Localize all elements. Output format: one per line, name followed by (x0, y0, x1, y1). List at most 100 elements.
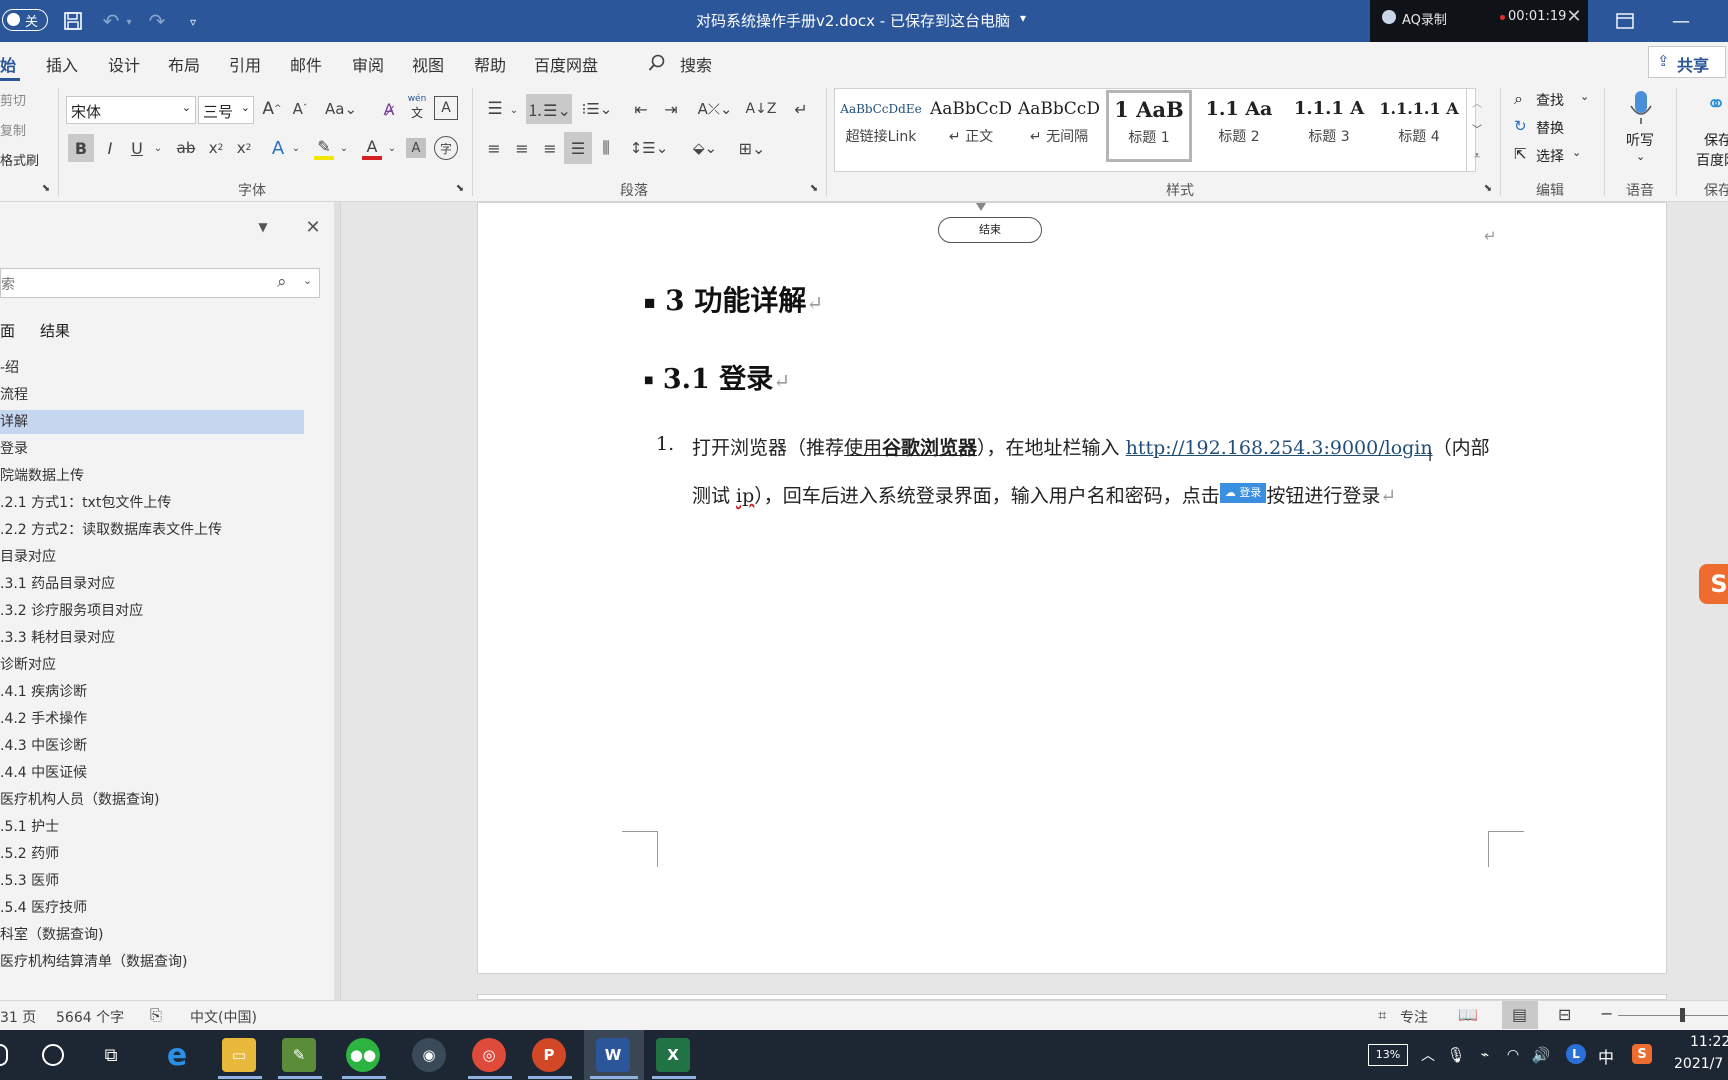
pane-options-icon[interactable]: ▼ (254, 218, 272, 236)
nav-heading-item[interactable]: 详解 (0, 410, 304, 434)
document-page[interactable]: 结束 ↵ ■ 3 功能详解↵ ■ 3.1 登录↵ 1. 打开浏览器（推荐使用谷歌… (477, 202, 1667, 974)
paragraph-dialog-launcher-icon[interactable]: ⬊ (808, 182, 820, 194)
nav-heading-item[interactable]: .2.1 方式1：txt包文件上传 (0, 491, 304, 515)
paragraph-line-2[interactable]: 测试 ip），回车后进入系统登录界面，输入用户名和密码，点击 ☁ 登录 按钮进行登录… (692, 481, 1396, 508)
zoom-slider-thumb[interactable] (1680, 1008, 1685, 1022)
clock-date[interactable]: 2021/7 (1674, 1056, 1723, 1072)
sogou-tray-icon[interactable]: S (1632, 1044, 1652, 1064)
chevron-down-icon[interactable]: ⌄ (152, 138, 164, 158)
style-heading-1[interactable]: 1 AaB 标题 1 (1106, 90, 1192, 162)
character-border-icon[interactable]: A (434, 96, 458, 120)
tab-references[interactable]: 引用 (229, 52, 261, 76)
highlight-icon[interactable]: ✎ (312, 134, 336, 162)
nav-heading-item[interactable]: 诊断对应 (0, 653, 304, 677)
font-color-icon[interactable]: A (360, 134, 384, 162)
nav-heading-item[interactable]: .5.3 医师 (0, 869, 304, 893)
chevron-down-icon[interactable]: ⌄ (290, 138, 302, 158)
sort-icon[interactable]: A↓Z (746, 96, 777, 122)
show-formatting-marks-icon[interactable]: ↵ (788, 96, 814, 122)
text-effects-icon[interactable]: A (266, 134, 290, 162)
zoom-slider[interactable] (1618, 1015, 1728, 1016)
nav-heading-item[interactable]: 院端数据上传 (0, 464, 304, 488)
save-to-baidu-button[interactable]: ⚭ 保存 百度网 (1684, 88, 1728, 174)
clear-formatting-icon[interactable]: A̷ (376, 96, 402, 122)
tab-help[interactable]: 帮助 (474, 52, 506, 76)
ribbon-display-icon[interactable] (1614, 10, 1636, 32)
nav-heading-item[interactable]: .4.4 中医证候 (0, 761, 304, 785)
tab-review[interactable]: 审阅 (352, 52, 384, 76)
share-button[interactable]: ⇪ 共享 (1648, 46, 1726, 78)
search-icon[interactable] (646, 52, 668, 74)
nav-heading-item[interactable]: .4.1 疾病诊断 (0, 680, 304, 704)
cut-button[interactable]: 剪切 (0, 90, 26, 109)
tell-me-search[interactable]: 搜索 (680, 52, 712, 76)
tab-baidu-netdisk[interactable]: 百度网盘 (534, 52, 598, 76)
pane-scrollbar[interactable] (334, 202, 340, 1000)
battery-indicator[interactable]: 13% (1368, 1044, 1408, 1066)
line-spacing-icon[interactable]: ↕☰⌄ (630, 134, 669, 162)
format-painter-button[interactable]: 格式刷 (0, 150, 39, 169)
chrome-icon[interactable]: ◎ (472, 1038, 506, 1072)
wifi-icon[interactable]: ◠ (1502, 1044, 1524, 1066)
nav-heading-item[interactable]: .4.2 手术操作 (0, 707, 304, 731)
nav-heading-item[interactable]: .5.2 药师 (0, 842, 304, 866)
clock-time[interactable]: 11:22 (1690, 1034, 1728, 1050)
chinese-layout-icon[interactable]: A⤫⌄ (696, 96, 734, 122)
power-plug-icon[interactable]: ⌁ (1474, 1044, 1496, 1066)
justify-icon[interactable]: ☰ (564, 132, 592, 164)
phonetic-guide-icon[interactable]: wén 文 (404, 92, 430, 122)
underline-icon[interactable]: U (126, 134, 148, 162)
character-shading-icon[interactable]: A (406, 138, 426, 158)
chevron-down-icon[interactable]: ⌄ (386, 138, 398, 158)
edge-browser-icon[interactable]: e (160, 1038, 194, 1073)
style-no-spacing[interactable]: AaBbCcD ↵ 无间隔 (1016, 92, 1102, 158)
grow-font-icon[interactable]: A ^ (260, 96, 284, 122)
align-right-icon[interactable]: ≡ (538, 134, 562, 162)
dictate-button[interactable]: 听写 ⌄ (1614, 88, 1670, 174)
close-pane-icon[interactable]: ✕ (302, 216, 324, 238)
undo-dropdown-icon[interactable]: ▾ (124, 12, 134, 32)
tab-home[interactable]: 始 (0, 52, 16, 76)
chevron-down-icon[interactable]: ⌄ (303, 274, 312, 287)
replace-button[interactable]: ↻ 替换 (1514, 116, 1594, 140)
decrease-indent-icon[interactable]: ⇤ (628, 96, 654, 122)
select-button[interactable]: ⇱ 选择 ⌄ (1514, 144, 1594, 168)
tab-insert[interactable]: 插入 (46, 52, 78, 76)
align-left-icon[interactable]: ≡ (482, 134, 506, 162)
focus-mode[interactable]: 专注 (1400, 1007, 1428, 1027)
multilevel-list-icon[interactable]: ⁝☰⌄ (578, 96, 616, 122)
shading-icon[interactable]: ⬙⌄ (686, 134, 724, 162)
style-heading-2[interactable]: 1.1 Aa 标题 2 (1196, 92, 1282, 158)
volume-icon[interactable]: 🔊 (1530, 1044, 1552, 1066)
cortana-icon[interactable] (42, 1044, 64, 1066)
heading-level-1[interactable]: ■ 3 功能详解↵ (644, 279, 823, 319)
inline-login-button-image[interactable]: ☁ 登录 (1219, 483, 1267, 503)
excel-icon[interactable]: X (656, 1038, 690, 1072)
task-view-icon[interactable]: ⧉ (98, 1043, 124, 1067)
document-title[interactable]: 对码系统操作手册v2.docx - 已保存到这台电脑 (696, 10, 1010, 31)
tab-mailings[interactable]: 邮件 (290, 52, 322, 76)
tab-pages[interactable]: 面 (0, 320, 15, 341)
nav-heading-item[interactable]: .3.3 耗材目录对应 (0, 626, 304, 650)
sogou-ime-icon[interactable]: S (1699, 564, 1728, 604)
subscript-icon[interactable]: x2 (204, 134, 228, 162)
title-dropdown-icon[interactable]: ▾ (1020, 11, 1026, 25)
paragraph-line-1[interactable]: 打开浏览器（推荐使用谷歌浏览器），在地址栏输入 http://192.168.2… (692, 433, 1490, 460)
copy-button[interactable]: 复制 (0, 120, 26, 139)
redo-icon[interactable]: ↷ (146, 9, 168, 33)
style-normal[interactable]: AaBbCcD ↵ 正文 (928, 92, 1014, 158)
save-icon[interactable] (62, 10, 84, 32)
chevron-down-icon[interactable]: ﹀ (1469, 116, 1485, 140)
ime-mode[interactable]: 中 (1598, 1044, 1614, 1068)
find-button[interactable]: ⌕ 查找 ⌄ (1514, 88, 1594, 112)
bold-icon[interactable]: B (68, 134, 94, 162)
language[interactable]: 中文(中国) (190, 1007, 257, 1027)
clipboard-launcher-icon[interactable]: ⬊ (40, 182, 52, 194)
shrink-font-icon[interactable]: Aˇ (288, 96, 312, 122)
recorder-close-icon[interactable]: ✕ (1564, 6, 1584, 27)
nav-heading-item[interactable]: .3.2 诊疗服务项目对应 (0, 599, 304, 623)
change-case-icon[interactable]: Aa⌄ (322, 96, 360, 122)
nav-heading-item[interactable]: .5.1 护士 (0, 815, 304, 839)
heading-level-2[interactable]: ■ 3.1 登录↵ (644, 357, 790, 396)
font-dialog-launcher-icon[interactable]: ⬊ (454, 182, 466, 194)
